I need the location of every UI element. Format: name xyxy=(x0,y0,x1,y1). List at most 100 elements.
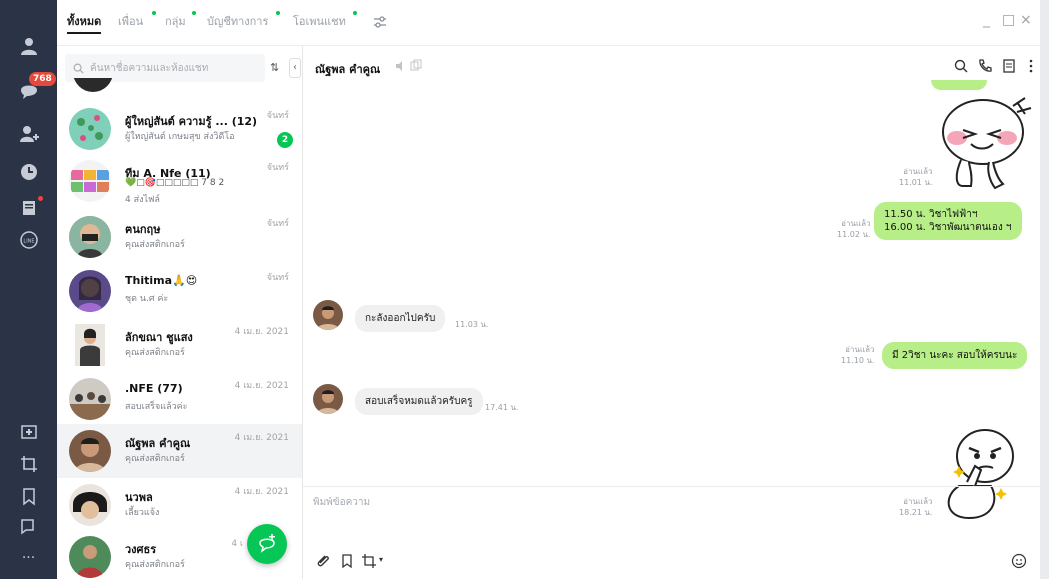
speech-icon[interactable] xyxy=(0,508,57,544)
chat-preview: ชุด น.ศ ค่ะ xyxy=(125,294,169,304)
read-receipt: อ่านแล้ว 11.01 น. xyxy=(899,167,933,187)
chat-preview-2: 4 ส่งไฟล์ xyxy=(125,195,160,205)
chat-preview: 💚□🎯□□□□□ 7 8 2 xyxy=(125,178,225,188)
chat-preview: สอบเสร็จแล้วค่ะ xyxy=(125,402,188,412)
chat-preview: ผู้ใหญ่สันต์ เกษมสุข ส่งวิดีโอ xyxy=(125,132,235,142)
tab-openchat[interactable]: โอเพนแชท xyxy=(293,14,346,34)
message-bubble-in[interactable]: สอบเสร็จหมดแล้วครับครู xyxy=(355,388,483,415)
menu-dots-icon[interactable] xyxy=(1023,58,1039,74)
crop-icon[interactable] xyxy=(361,553,377,569)
list-item[interactable]: ผู้ใหญ่สันต์ ความรู้ ... (12) ผู้ใหญ่สัน… xyxy=(57,102,302,154)
avatar xyxy=(69,216,111,258)
tab-official[interactable]: บัญชีทางการ xyxy=(207,14,268,34)
sort-icon[interactable]: ⇅ xyxy=(270,61,279,74)
avatar xyxy=(69,270,111,312)
search-placeholder: ค้นหาชื่อความและห้องแชท xyxy=(90,62,209,74)
copy-icon[interactable] xyxy=(410,59,422,71)
chat-date: 4 เม.ย. 2021 xyxy=(234,381,289,391)
chat-date: 4 เม.ย. 2021 xyxy=(234,327,289,337)
left-rail: 768 LINE ··· xyxy=(0,0,57,579)
bookmark-icon[interactable] xyxy=(339,553,355,569)
list-item[interactable]: ฅนกฤษ คุณส่งสติกเกอร์ จันทร์ xyxy=(57,210,302,262)
chat-preview: คุณส่งสติกเกอร์ xyxy=(125,560,185,570)
message-time: 11.03 น. xyxy=(455,320,489,329)
chat-list: ค้นหาชื่อความและห้องแชท ⇅ ‹ ผู้ใหญ่สันต์… xyxy=(57,46,303,579)
avatar xyxy=(69,108,111,150)
sender-avatar[interactable] xyxy=(313,384,343,414)
collapse-list-button[interactable]: ‹ xyxy=(289,58,301,78)
search-icon xyxy=(73,63,84,74)
chat-name: ลักขณา ชูแสง xyxy=(125,331,193,344)
list-item[interactable]: ทีม A. Nfe (11) 💚□🎯□□□□□ 7 8 2 4 ส่งไฟล์… xyxy=(57,154,302,210)
add-friend-icon[interactable] xyxy=(0,116,57,152)
close-button[interactable]: × xyxy=(1020,12,1032,28)
chat-pane: ณัฐพล คำคูณ อ่านแล้ว 11.01 น. อ่านแล้ว 1… xyxy=(303,46,1049,579)
chat-name: ผู้ใหญ่สันต์ ความรู้ ... (12) xyxy=(125,115,258,128)
compose-area: ▾ xyxy=(303,486,1049,579)
clock-icon[interactable] xyxy=(0,154,57,190)
chat-name: ณัฐพล คำคูณ xyxy=(125,437,191,450)
tab-groups[interactable]: กลุ่ม xyxy=(165,14,186,34)
previous-bubble xyxy=(931,80,987,90)
notes-icon[interactable] xyxy=(1001,58,1017,74)
minimize-button[interactable]: _ xyxy=(983,12,990,28)
add-square-icon[interactable] xyxy=(0,414,57,450)
message-line: 16.00 น. วิชาพัฒนาตนเอง ฯ xyxy=(884,222,1012,233)
emoji-icon[interactable] xyxy=(1011,553,1027,569)
sticker-laughing xyxy=(942,97,1032,190)
search-icon[interactable] xyxy=(953,58,969,74)
crop-dropdown-icon[interactable]: ▾ xyxy=(379,555,383,564)
tab-openchat-dot xyxy=(353,11,357,15)
tab-official-dot xyxy=(276,11,280,15)
partial-avatar xyxy=(73,78,113,92)
avatar xyxy=(69,484,111,526)
read-receipt: อ่านแล้ว 11.02 น. xyxy=(837,219,871,239)
chat-date: 4 เม.ย. 2021 xyxy=(234,433,289,443)
message-input[interactable] xyxy=(313,497,913,508)
filter-icon[interactable] xyxy=(372,14,388,30)
tab-friends-dot xyxy=(152,11,156,15)
chat-name: Thitima🙏😍 xyxy=(125,274,198,287)
chat-name: นวพล xyxy=(125,491,153,504)
chat-preview: คุณส่งสติกเกอร์ xyxy=(125,240,185,250)
friends-user-icon[interactable] xyxy=(0,28,57,64)
chat-preview: คุณส่งสติกเกอร์ xyxy=(125,454,185,464)
mute-icon[interactable] xyxy=(395,60,407,72)
list-item-selected[interactable]: ณัฐพล คำคูณ คุณส่งสติกเกอร์ 4 เม.ย. 2021 xyxy=(57,424,302,478)
sender-avatar[interactable] xyxy=(313,300,343,330)
message-area: อ่านแล้ว 11.01 น. อ่านแล้ว 11.02 น. 11.5… xyxy=(303,80,1049,520)
note-icon[interactable] xyxy=(0,190,57,226)
attach-icon[interactable] xyxy=(315,553,331,569)
tab-all[interactable]: ทั้งหมด xyxy=(67,14,102,34)
background-window-edge xyxy=(1040,0,1049,579)
message-bubble-in[interactable]: กะลังออกไปครับ xyxy=(355,305,446,332)
chat-date: จันทร์ xyxy=(266,163,289,173)
crop-icon[interactable] xyxy=(0,446,57,482)
note-dot xyxy=(38,196,43,201)
tab-friends[interactable]: เพื่อน xyxy=(118,14,143,34)
list-item[interactable]: นวพล เลี้ยวแจ้ง 4 เม.ย. 2021 xyxy=(57,478,302,530)
chat-preview: เลี้ยวแจ้ง xyxy=(125,508,160,518)
chat-date: จันทร์ xyxy=(266,273,289,283)
chat-date: จันทร์ xyxy=(266,219,289,229)
tab-groups-dot xyxy=(192,11,196,15)
message-bubble-out[interactable]: 11.50 น. วิชาไฟฟ้าฯ 16.00 น. วิชาพัฒนาตน… xyxy=(874,202,1022,240)
svg-text:LINE: LINE xyxy=(23,239,34,245)
message-time: 17.41 น. xyxy=(485,403,519,412)
avatar xyxy=(75,324,105,366)
avatar xyxy=(69,160,111,202)
message-bubble-out[interactable]: มี 2วิชา นะคะ สอบให้ครบนะ xyxy=(882,342,1028,369)
more-icon[interactable]: ··· xyxy=(0,540,57,576)
read-receipt: อ่านแล้ว 11.10 น. xyxy=(841,345,875,365)
chat-name: ฅนกฤษ xyxy=(125,223,161,236)
line-icon[interactable]: LINE xyxy=(0,222,57,258)
list-item[interactable]: .NFE (77) สอบเสร็จแล้วค่ะ 4 เม.ย. 2021 xyxy=(57,372,302,424)
avatar xyxy=(69,378,111,420)
list-item[interactable]: Thitima🙏😍 ชุด น.ศ ค่ะ จันทร์ xyxy=(57,264,302,316)
chat-title: ณัฐพล คำคูณ xyxy=(315,63,381,76)
avatar xyxy=(69,430,111,472)
list-item[interactable]: ลักขณา ชูแสง คุณส่งสติกเกอร์ 4 เม.ย. 202… xyxy=(57,318,302,370)
new-chat-button[interactable] xyxy=(247,524,287,564)
phone-icon[interactable] xyxy=(977,58,993,74)
maximize-button[interactable]: □ xyxy=(1002,12,1015,28)
